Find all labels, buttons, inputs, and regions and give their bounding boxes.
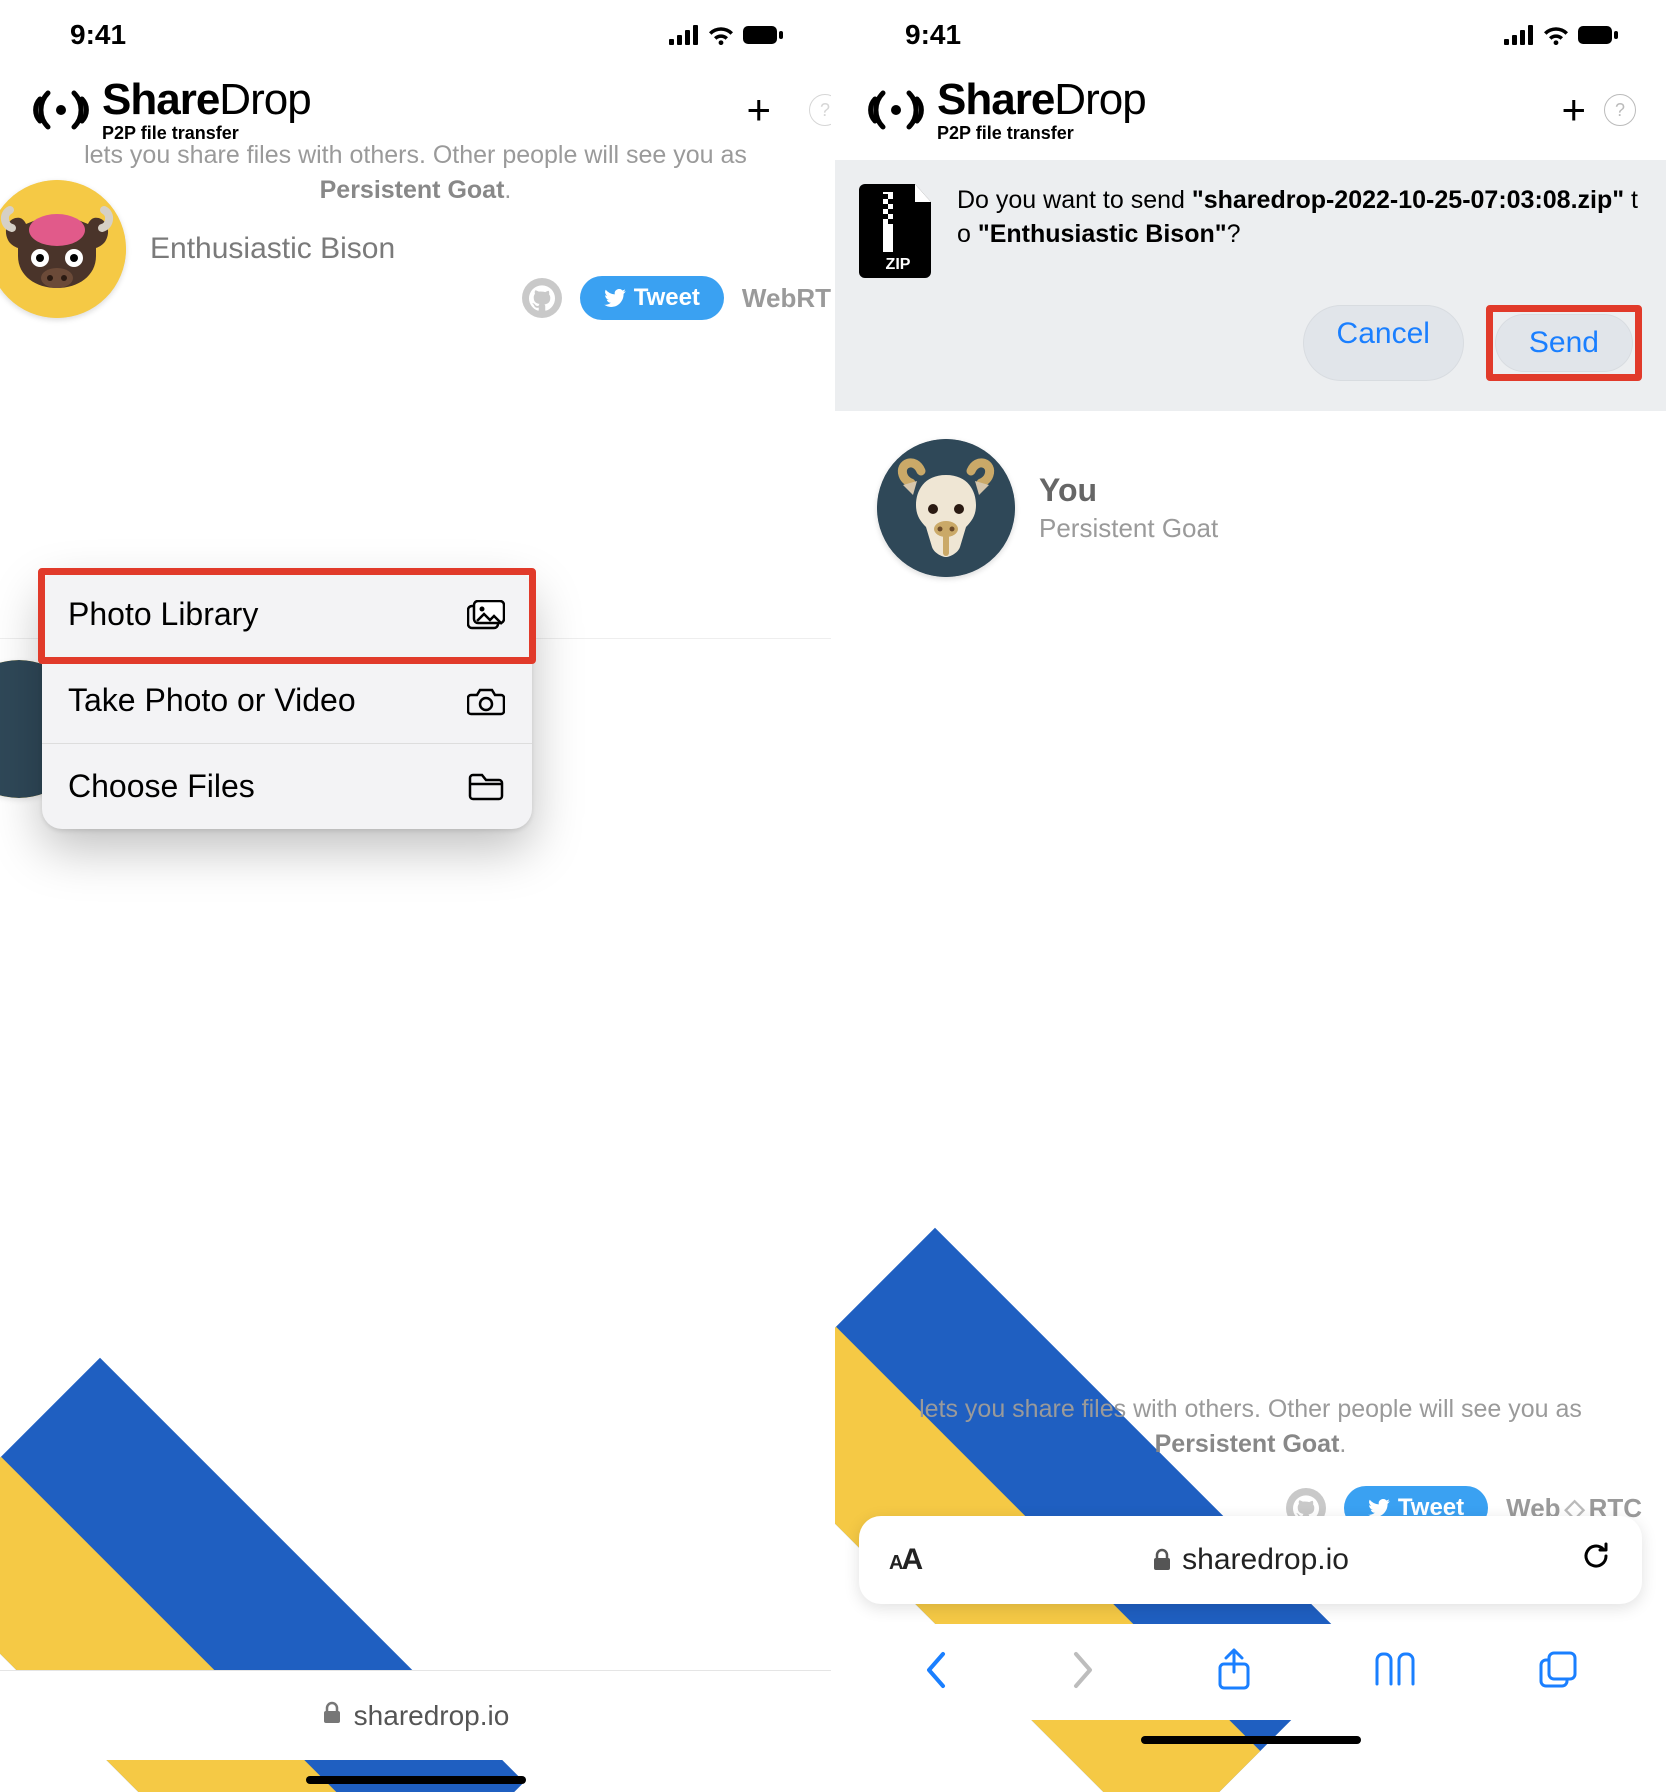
camera-icon	[466, 686, 506, 716]
url-bar[interactable]: AAAA sharedrop.io	[859, 1516, 1642, 1604]
menu-item-label: Photo Library	[68, 596, 258, 633]
svg-text:ZIP: ZIP	[886, 256, 911, 273]
browser-toolbar	[835, 1624, 1666, 1720]
add-button[interactable]: +	[1561, 89, 1586, 131]
url-text: sharedrop.io	[1152, 1543, 1349, 1577]
footer-info: lets you share files with others. Other …	[0, 138, 831, 208]
sharedrop-logo-icon	[865, 87, 927, 133]
cellular-signal-icon	[1504, 25, 1534, 45]
tweet-label: Tweet	[634, 284, 700, 312]
folder-icon	[466, 772, 506, 802]
menu-photo-library[interactable]: Photo Library	[42, 572, 532, 658]
status-time: 9:41	[905, 19, 961, 51]
screenshot-right: 9:41 ShareDrop P2P file	[835, 0, 1666, 1792]
app-header: ShareDrop P2P file transfer + ?	[835, 70, 1666, 160]
text-size-button[interactable]: AAAA	[889, 1543, 921, 1577]
back-button[interactable]	[923, 1650, 949, 1695]
confirmation-text: Do you want to send "sharedrop-2022-10-2…	[957, 184, 1642, 283]
cellular-signal-icon	[669, 25, 699, 45]
tabs-button[interactable]	[1538, 1650, 1578, 1695]
screenshot-left: 9:41 ShareDrop P2P file	[0, 0, 835, 1792]
send-confirmation: ZIP Do you want to send "sharedrop-2022-…	[835, 160, 1666, 411]
status-bar: 9:41	[835, 0, 1666, 70]
app-title: ShareDrop	[102, 78, 311, 122]
menu-choose-files[interactable]: Choose Files	[42, 744, 532, 829]
wifi-icon	[1542, 25, 1570, 45]
self-name: Persistent Goat	[1039, 513, 1218, 544]
send-button[interactable]: Send	[1495, 314, 1633, 372]
app-subtitle: P2P file transfer	[937, 124, 1146, 142]
menu-item-label: Choose Files	[68, 768, 255, 805]
tweet-button[interactable]: Tweet	[580, 276, 724, 320]
webrtc-label: WebRT	[742, 283, 831, 314]
reload-icon[interactable]	[1580, 1540, 1612, 1581]
avatar-goat	[877, 439, 1015, 577]
url-text: sharedrop.io	[354, 1700, 510, 1732]
menu-take-photo[interactable]: Take Photo or Video	[42, 658, 532, 744]
app-title: ShareDrop	[937, 78, 1146, 122]
share-button[interactable]	[1216, 1648, 1252, 1697]
add-button[interactable]: +	[746, 89, 771, 131]
lock-icon	[322, 1700, 342, 1732]
cancel-button[interactable]: Cancel	[1303, 305, 1464, 381]
self-row: You Persistent Goat	[835, 411, 1666, 597]
wifi-icon	[707, 25, 735, 45]
bookmarks-button[interactable]	[1373, 1652, 1417, 1693]
photo-library-icon	[466, 600, 506, 630]
highlight-send: Send	[1486, 305, 1642, 381]
menu-item-label: Take Photo or Video	[68, 682, 356, 719]
zip-file-icon: ZIP	[859, 184, 937, 283]
self-label: You	[1039, 472, 1218, 509]
github-icon[interactable]	[522, 278, 562, 318]
forward-button[interactable]	[1070, 1650, 1096, 1695]
url-bar[interactable]: sharedrop.io	[0, 1670, 831, 1760]
home-indicator	[306, 1776, 526, 1784]
file-picker-popover: Photo Library Take Photo or Video Choose…	[42, 572, 532, 829]
status-bar: 9:41	[0, 0, 831, 70]
help-button[interactable]: ?	[1604, 94, 1636, 126]
home-indicator	[1141, 1736, 1361, 1744]
footer-info: lets you share files with others. Other …	[835, 1392, 1666, 1462]
peer-name: Enthusiastic Bison	[150, 232, 395, 266]
help-button[interactable]: ?	[809, 94, 835, 126]
sharedrop-logo-icon	[30, 87, 92, 133]
battery-icon	[743, 25, 783, 45]
footer-links: Tweet WebRT	[0, 276, 831, 320]
battery-icon	[1578, 25, 1618, 45]
status-time: 9:41	[70, 19, 126, 51]
